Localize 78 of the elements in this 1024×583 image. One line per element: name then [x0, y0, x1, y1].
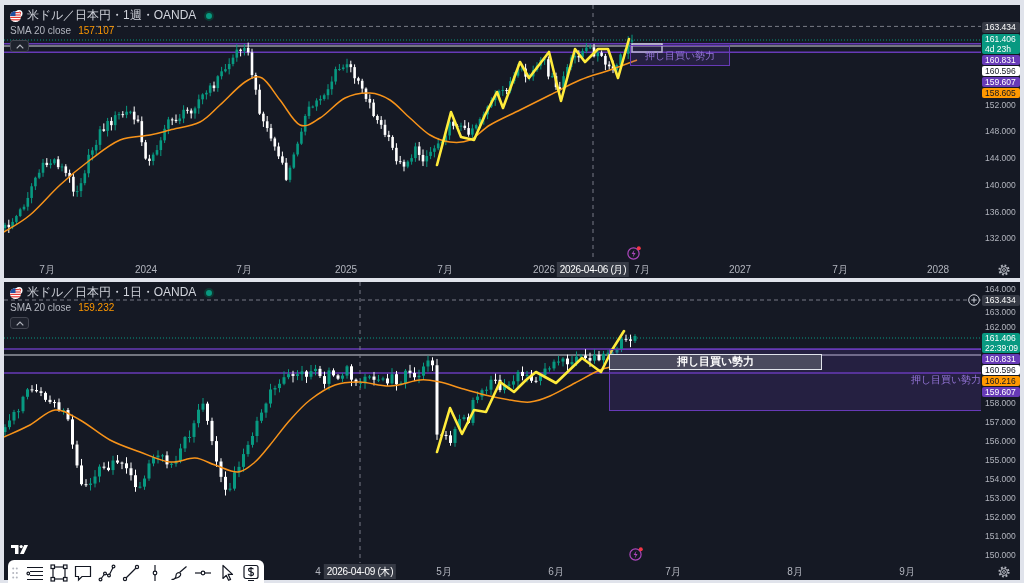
settings-icon[interactable]: [997, 263, 1010, 276]
date-label: 7月: [832, 264, 848, 275]
price-label: 164.000: [985, 284, 1016, 294]
countdown-timer: 4d 23h: [985, 44, 1012, 54]
comment-icon[interactable]: [74, 563, 92, 582]
date-label: 2027: [728, 264, 752, 275]
price-label: 157.000: [985, 417, 1016, 427]
date-label: 2028: [926, 264, 950, 275]
date-label: 9月: [899, 566, 915, 577]
polyline-icon[interactable]: [98, 563, 116, 582]
drag-handle-icon[interactable]: [12, 566, 18, 579]
symbol-title[interactable]: 米ドル／日本円・1週・OANDA: [27, 8, 197, 23]
dollar-icon[interactable]: [242, 563, 260, 582]
date-label: 7月: [665, 566, 681, 577]
price-label: 158.000: [985, 398, 1016, 408]
date-label: 5月: [436, 566, 452, 577]
price-tag: 160.831: [982, 354, 1020, 364]
crosshair-date-label: 2026-04-06 (月): [556, 262, 630, 277]
price-tag: 160.216: [982, 376, 1020, 386]
price-tag: 160.596: [982, 66, 1020, 76]
flag-icon: [10, 286, 23, 299]
price-label: 153.000: [985, 493, 1016, 503]
price-label: 163.000: [985, 306, 1016, 317]
price-label: 140.000: [985, 179, 1016, 190]
date-label: 7月: [236, 264, 252, 275]
price-value: 161.406: [985, 333, 1017, 343]
price-label: 148.000: [985, 126, 1016, 137]
date-label: 8月: [787, 566, 803, 577]
price-label: 132.000: [985, 233, 1016, 244]
rectangle-icon[interactable]: [50, 563, 68, 582]
price-label: 136.000: [985, 206, 1016, 217]
price-tag: 159.607: [982, 387, 1020, 397]
lightning-icon[interactable]: [629, 547, 643, 561]
price-label: 155.000: [985, 455, 1016, 465]
price-label: 144.000: [985, 153, 1016, 164]
annotation-label: 押し目買い勢力: [609, 354, 822, 370]
date-label: 7月: [634, 264, 650, 275]
price-label: 152.000: [985, 512, 1016, 522]
line-icon[interactable]: [122, 563, 140, 582]
indicator-name: SMA 20 close: [10, 25, 72, 37]
date-label: 2025: [334, 264, 358, 275]
add-icon[interactable]: [968, 294, 980, 306]
price-tag: 160.596: [982, 365, 1020, 375]
price-label: 151.000: [985, 531, 1016, 541]
price-label: 156.000: [985, 436, 1016, 446]
zone-label: 押し目買い勢力: [911, 374, 981, 386]
logo-icon[interactable]: [11, 545, 30, 554]
price-tag: 163.434: [982, 22, 1020, 33]
date-label: 2024: [134, 264, 158, 275]
chevron-up-icon: [15, 43, 24, 49]
collapse-button[interactable]: [10, 317, 29, 329]
price-tag: 163.434: [982, 294, 1020, 306]
indicator-value: 159.232: [78, 302, 115, 314]
indicator-value: 157.107: [78, 25, 115, 37]
date-label: 7月: [39, 264, 55, 275]
price-value: 161.406: [985, 34, 1017, 44]
date-label: 4: [315, 566, 321, 577]
settings-icon[interactable]: [997, 565, 1010, 578]
price-label: 154.000: [985, 474, 1016, 484]
indicator-name: SMA 20 close: [10, 302, 72, 314]
zone-label: 押し目買い勢力: [645, 49, 715, 62]
date-label: 6月: [548, 566, 564, 577]
brush-icon[interactable]: [170, 563, 188, 582]
collapse-button[interactable]: [10, 40, 29, 52]
price-label: 152.000: [985, 99, 1016, 110]
date-label: 2026: [532, 264, 556, 275]
chevron-up-icon: [15, 320, 24, 326]
date-label: 7月: [437, 264, 453, 275]
symbol-title[interactable]: 米ドル／日本円・1日・OANDA: [27, 285, 197, 300]
price-label: 150.000: [985, 550, 1016, 560]
price-tag: 159.607: [982, 77, 1020, 87]
price-tag: 158.605: [982, 88, 1020, 98]
price-tag: 160.831: [982, 55, 1020, 65]
price-label: 162.000: [985, 322, 1016, 332]
flag-icon: [10, 9, 23, 22]
countdown-timer: 22:39:09: [985, 343, 1019, 353]
lightning-icon[interactable]: [627, 246, 641, 260]
crosshair-date-label: 2026-04-09 (木): [323, 564, 397, 579]
